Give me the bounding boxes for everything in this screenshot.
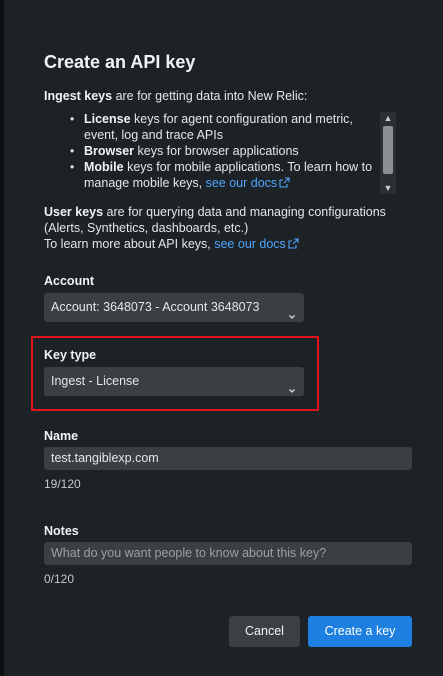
dialog-title: Create an API key <box>44 52 196 72</box>
browser-term: Browser <box>84 144 135 158</box>
chevron-down-icon <box>288 303 296 319</box>
scrollbar-thumb[interactable] <box>383 126 393 174</box>
key-type-select-value: Ingest - License <box>51 374 140 388</box>
name-input[interactable]: test.tangiblexp.com <box>44 447 412 470</box>
name-label: Name <box>44 429 79 443</box>
create-key-button[interactable]: Create a key <box>308 616 412 647</box>
name-char-counter: 19/120 <box>44 477 81 491</box>
mobile-term: Mobile <box>84 160 124 174</box>
notes-label: Notes <box>44 524 79 538</box>
user-keys-info: User keys are for querying data and mana… <box>44 204 404 253</box>
user-keys-term: User keys <box>44 205 104 219</box>
account-select[interactable]: Account: 3648073 - Account 3648073 <box>44 293 304 322</box>
ingest-keys-description: are for getting data into New Relic: <box>112 89 308 103</box>
learn-more-text: To learn more about API keys, <box>44 237 215 251</box>
api-keys-docs-link[interactable]: see our docs <box>214 237 286 251</box>
bullet-dot: • <box>70 160 75 174</box>
account-select-value: Account: 3648073 - Account 3648073 <box>51 300 260 314</box>
chevron-down-icon <box>288 377 296 393</box>
browser-description: keys for browser applications <box>134 144 299 158</box>
list-item-browser: • Browser keys for browser applications <box>70 143 390 159</box>
cancel-button[interactable]: Cancel <box>229 616 300 647</box>
key-type-select[interactable]: Ingest - License <box>44 367 304 396</box>
external-link-icon[interactable] <box>279 176 290 192</box>
scroll-up-arrow-icon[interactable]: ▲ <box>380 112 396 124</box>
list-item-license: • License keys for agent configuration an… <box>70 111 390 143</box>
notes-char-counter: 0/120 <box>44 572 75 586</box>
license-term: License <box>84 112 131 126</box>
account-label: Account <box>44 274 94 288</box>
list-scrollbar[interactable]: ▲ ▼ <box>380 112 396 194</box>
scroll-down-arrow-icon[interactable]: ▼ <box>380 182 396 194</box>
bullet-dot: • <box>70 112 75 126</box>
key-types-list[interactable]: • License keys for agent configuration an… <box>58 111 396 195</box>
list-item-mobile: • Mobile keys for mobile applications. To… <box>70 159 390 192</box>
mobile-docs-link[interactable]: see our docs <box>206 176 278 190</box>
ingest-keys-intro: Ingest keys are for getting data into Ne… <box>44 88 404 104</box>
external-link-icon[interactable] <box>288 237 299 253</box>
key-type-label: Key type <box>44 348 97 362</box>
ingest-keys-term: Ingest keys <box>44 89 113 103</box>
notes-input[interactable]: What do you want people to know about th… <box>44 542 412 565</box>
bullet-dot: • <box>70 144 75 158</box>
